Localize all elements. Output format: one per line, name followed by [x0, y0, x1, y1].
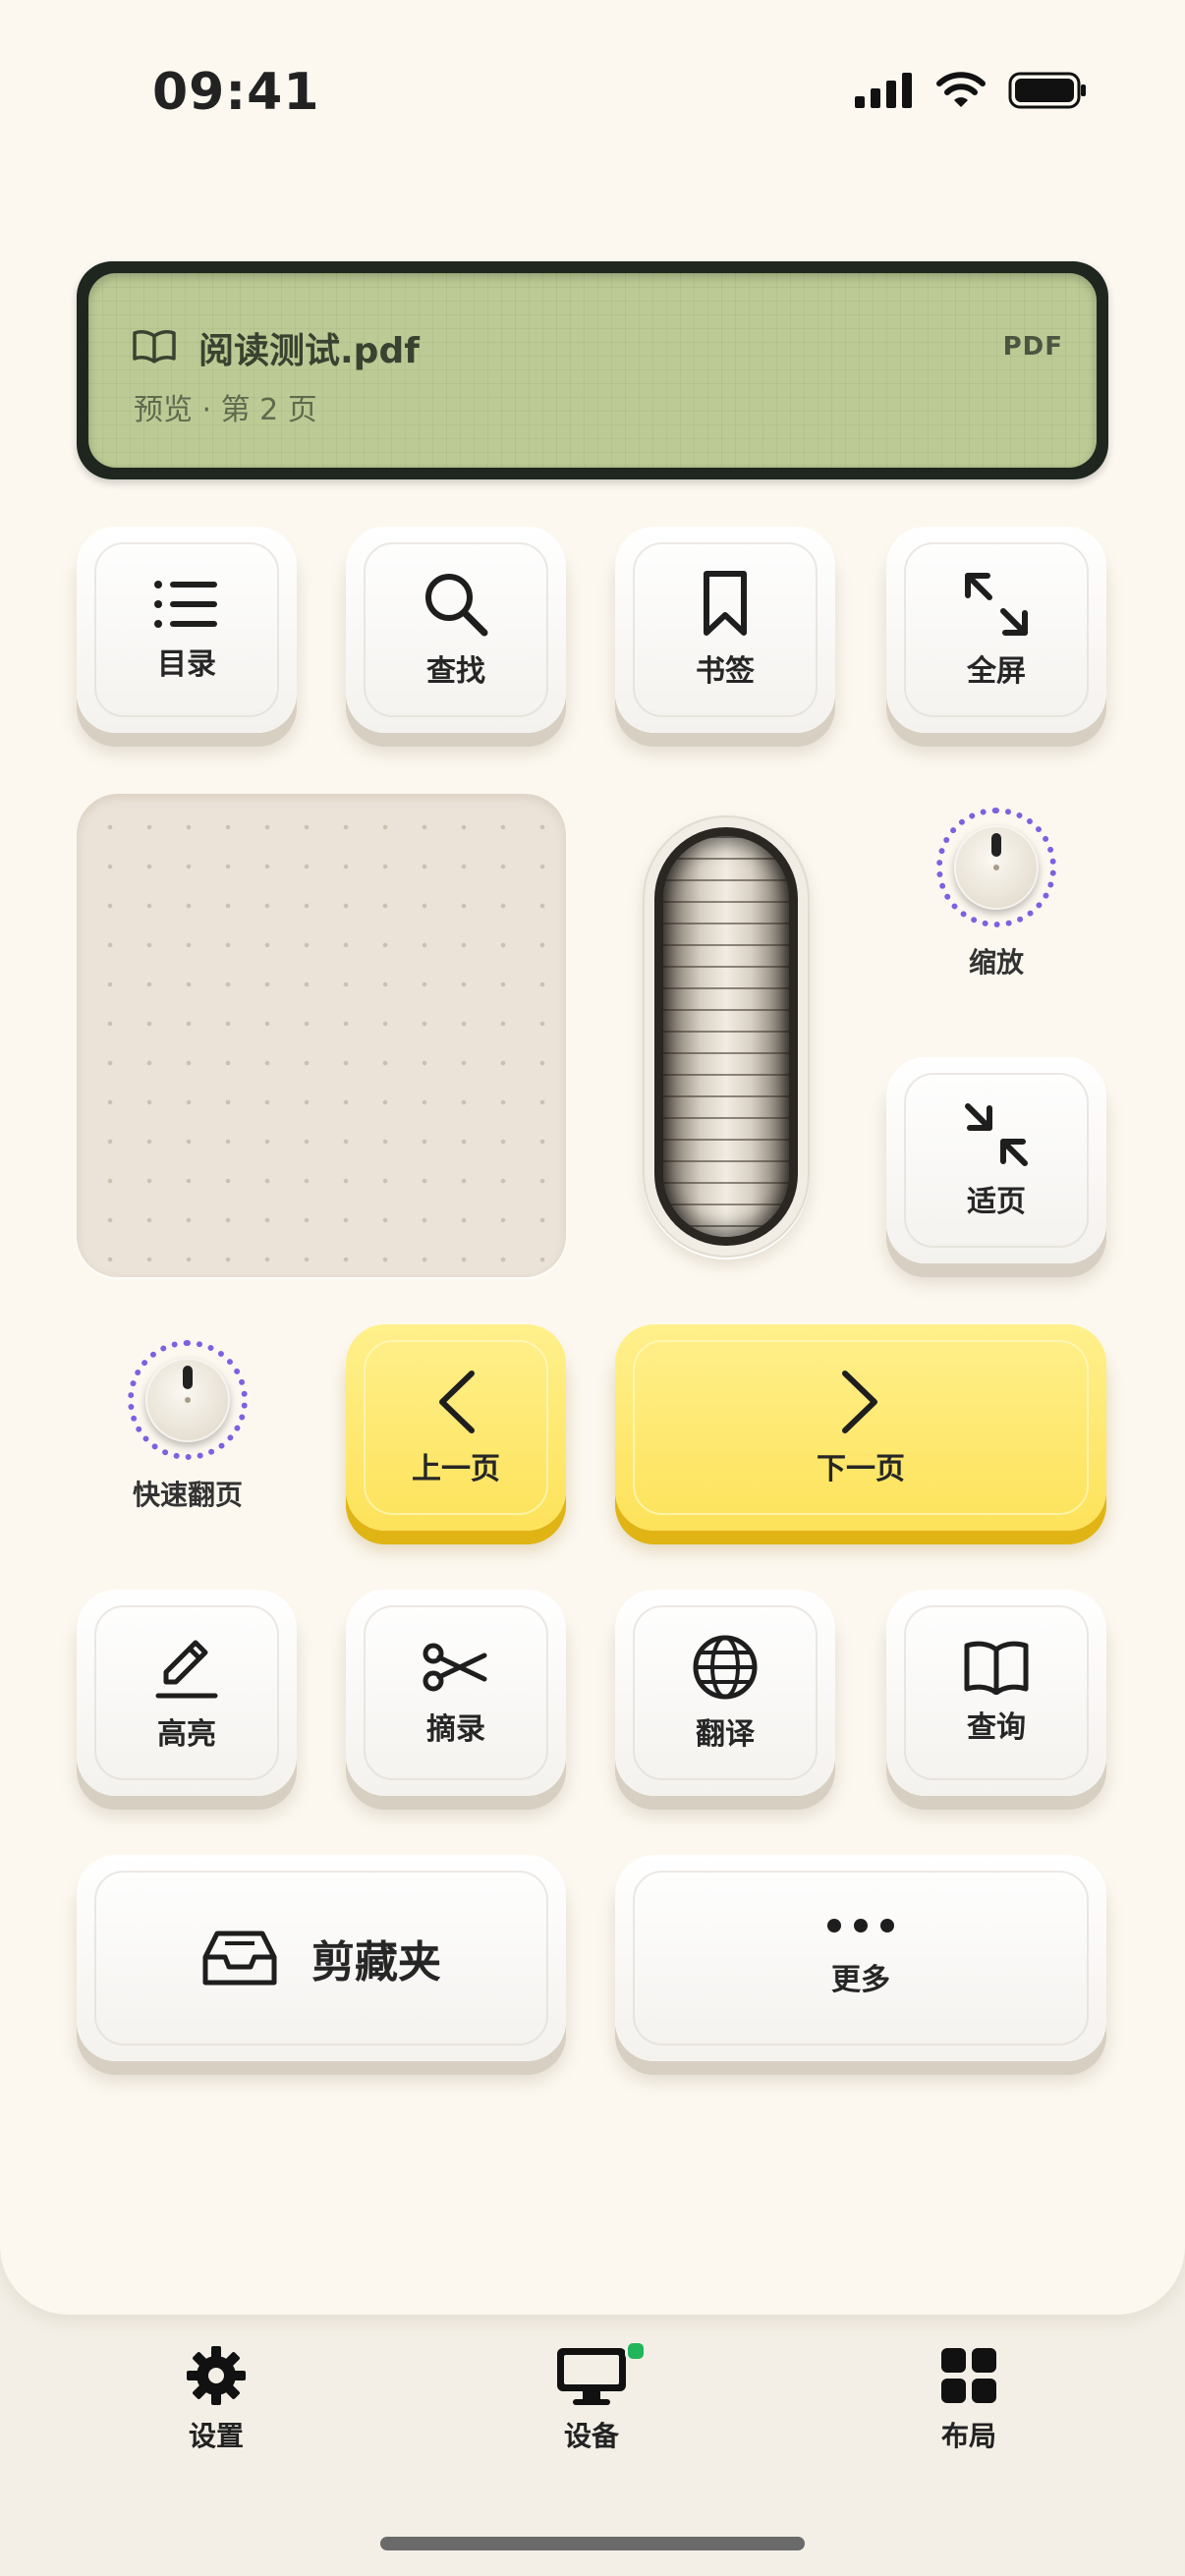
monitor-icon — [557, 2348, 626, 2405]
prev-page-button[interactable]: 上一页 — [346, 1324, 566, 1531]
highlight-label: 高亮 — [157, 1717, 216, 1752]
more-label: 更多 — [831, 1963, 890, 1997]
tab-layout-label: 布局 — [940, 2420, 996, 2452]
toc-label: 目录 — [157, 647, 216, 682]
bookmark-icon — [704, 571, 747, 636]
clip-folder-label: 剪藏夹 — [311, 1937, 441, 1988]
zoom-knob[interactable] — [936, 808, 1056, 927]
pencil-icon — [155, 1640, 218, 1699]
search-button[interactable]: 查找 — [346, 527, 566, 733]
list-icon — [154, 581, 217, 628]
prev-page-label: 上一页 — [412, 1452, 500, 1486]
shrink-icon — [965, 1103, 1028, 1166]
chevron-left-icon — [439, 1371, 475, 1433]
bookmark-label: 书签 — [696, 654, 755, 689]
online-status-dot — [625, 2340, 647, 2362]
cellular-signal-icon — [855, 73, 912, 108]
file-type-badge: PDF — [1002, 332, 1063, 362]
tab-layout[interactable]: 布局 — [920, 2344, 1018, 2454]
bookmark-button[interactable]: 书签 — [615, 527, 835, 733]
wifi-icon — [936, 72, 986, 107]
knob-face — [145, 1358, 230, 1442]
highlight-button[interactable]: 高亮 — [77, 1590, 297, 1796]
status-icons — [855, 71, 1087, 110]
quick-flip-label: 快速翻页 — [132, 1479, 243, 1511]
document-subtitle: 预览 · 第 2 页 — [134, 393, 317, 427]
battery-icon — [1008, 72, 1086, 109]
scroll-wheel[interactable] — [654, 827, 798, 1246]
quick-flip-knob-group: 快速翻页 — [128, 1340, 248, 1513]
knob-indicator — [183, 1366, 193, 1389]
chevron-right-icon — [842, 1371, 877, 1433]
search-icon — [425, 574, 488, 637]
trackpad[interactable] — [77, 794, 566, 1277]
translate-label: 翻译 — [696, 1717, 755, 1752]
document-display: 阅读测试.pdf 预览 · 第 2 页 PDF — [77, 261, 1108, 479]
display-screen: 阅读测试.pdf 预览 · 第 2 页 PDF — [88, 273, 1097, 468]
search-label: 查找 — [426, 654, 485, 689]
ellipsis-icon — [827, 1919, 894, 1932]
translate-button[interactable]: 翻译 — [615, 1590, 835, 1796]
scissors-icon — [423, 1643, 487, 1692]
fit-page-label: 适页 — [967, 1185, 1026, 1219]
excerpt-label: 摘录 — [426, 1712, 485, 1747]
zoom-knob-group: 缩放 — [936, 808, 1056, 980]
tab-settings-label: 设置 — [188, 2420, 244, 2452]
home-indicator — [380, 2537, 805, 2550]
next-page-button[interactable]: 下一页 — [615, 1324, 1106, 1531]
quick-flip-knob[interactable] — [128, 1340, 248, 1460]
excerpt-button[interactable]: 摘录 — [346, 1590, 566, 1796]
scroll-wheel-ribs — [663, 836, 789, 1237]
knob-face — [954, 825, 1039, 910]
next-page-label: 下一页 — [817, 1452, 905, 1486]
expand-icon — [965, 573, 1028, 636]
knob-center — [185, 1397, 191, 1403]
tab-settings[interactable]: 设置 — [167, 2344, 265, 2454]
tab-devices[interactable]: 设备 — [542, 2340, 647, 2454]
grid-icon — [941, 2348, 996, 2403]
fit-page-button[interactable]: 适页 — [886, 1057, 1106, 1263]
clip-folder-button[interactable]: 剪藏夹 — [77, 1855, 566, 2061]
zoom-label: 缩放 — [968, 946, 1024, 979]
globe-icon — [693, 1635, 758, 1700]
inbox-icon — [202, 1931, 277, 1986]
lookup-label: 查询 — [967, 1710, 1026, 1745]
book-icon — [133, 330, 176, 364]
document-title: 阅读测试.pdf — [198, 331, 420, 371]
knob-center — [993, 865, 999, 870]
open-book-icon — [964, 1641, 1029, 1695]
fullscreen-label: 全屏 — [967, 654, 1026, 689]
toc-button[interactable]: 目录 — [77, 527, 297, 733]
lookup-button[interactable]: 查询 — [886, 1590, 1106, 1796]
fullscreen-button[interactable]: 全屏 — [886, 527, 1106, 733]
status-time: 09:41 — [152, 63, 320, 122]
tab-devices-label: 设备 — [563, 2420, 619, 2452]
gear-icon — [187, 2346, 246, 2405]
knob-indicator — [991, 833, 1001, 857]
more-button[interactable]: 更多 — [615, 1855, 1106, 2061]
